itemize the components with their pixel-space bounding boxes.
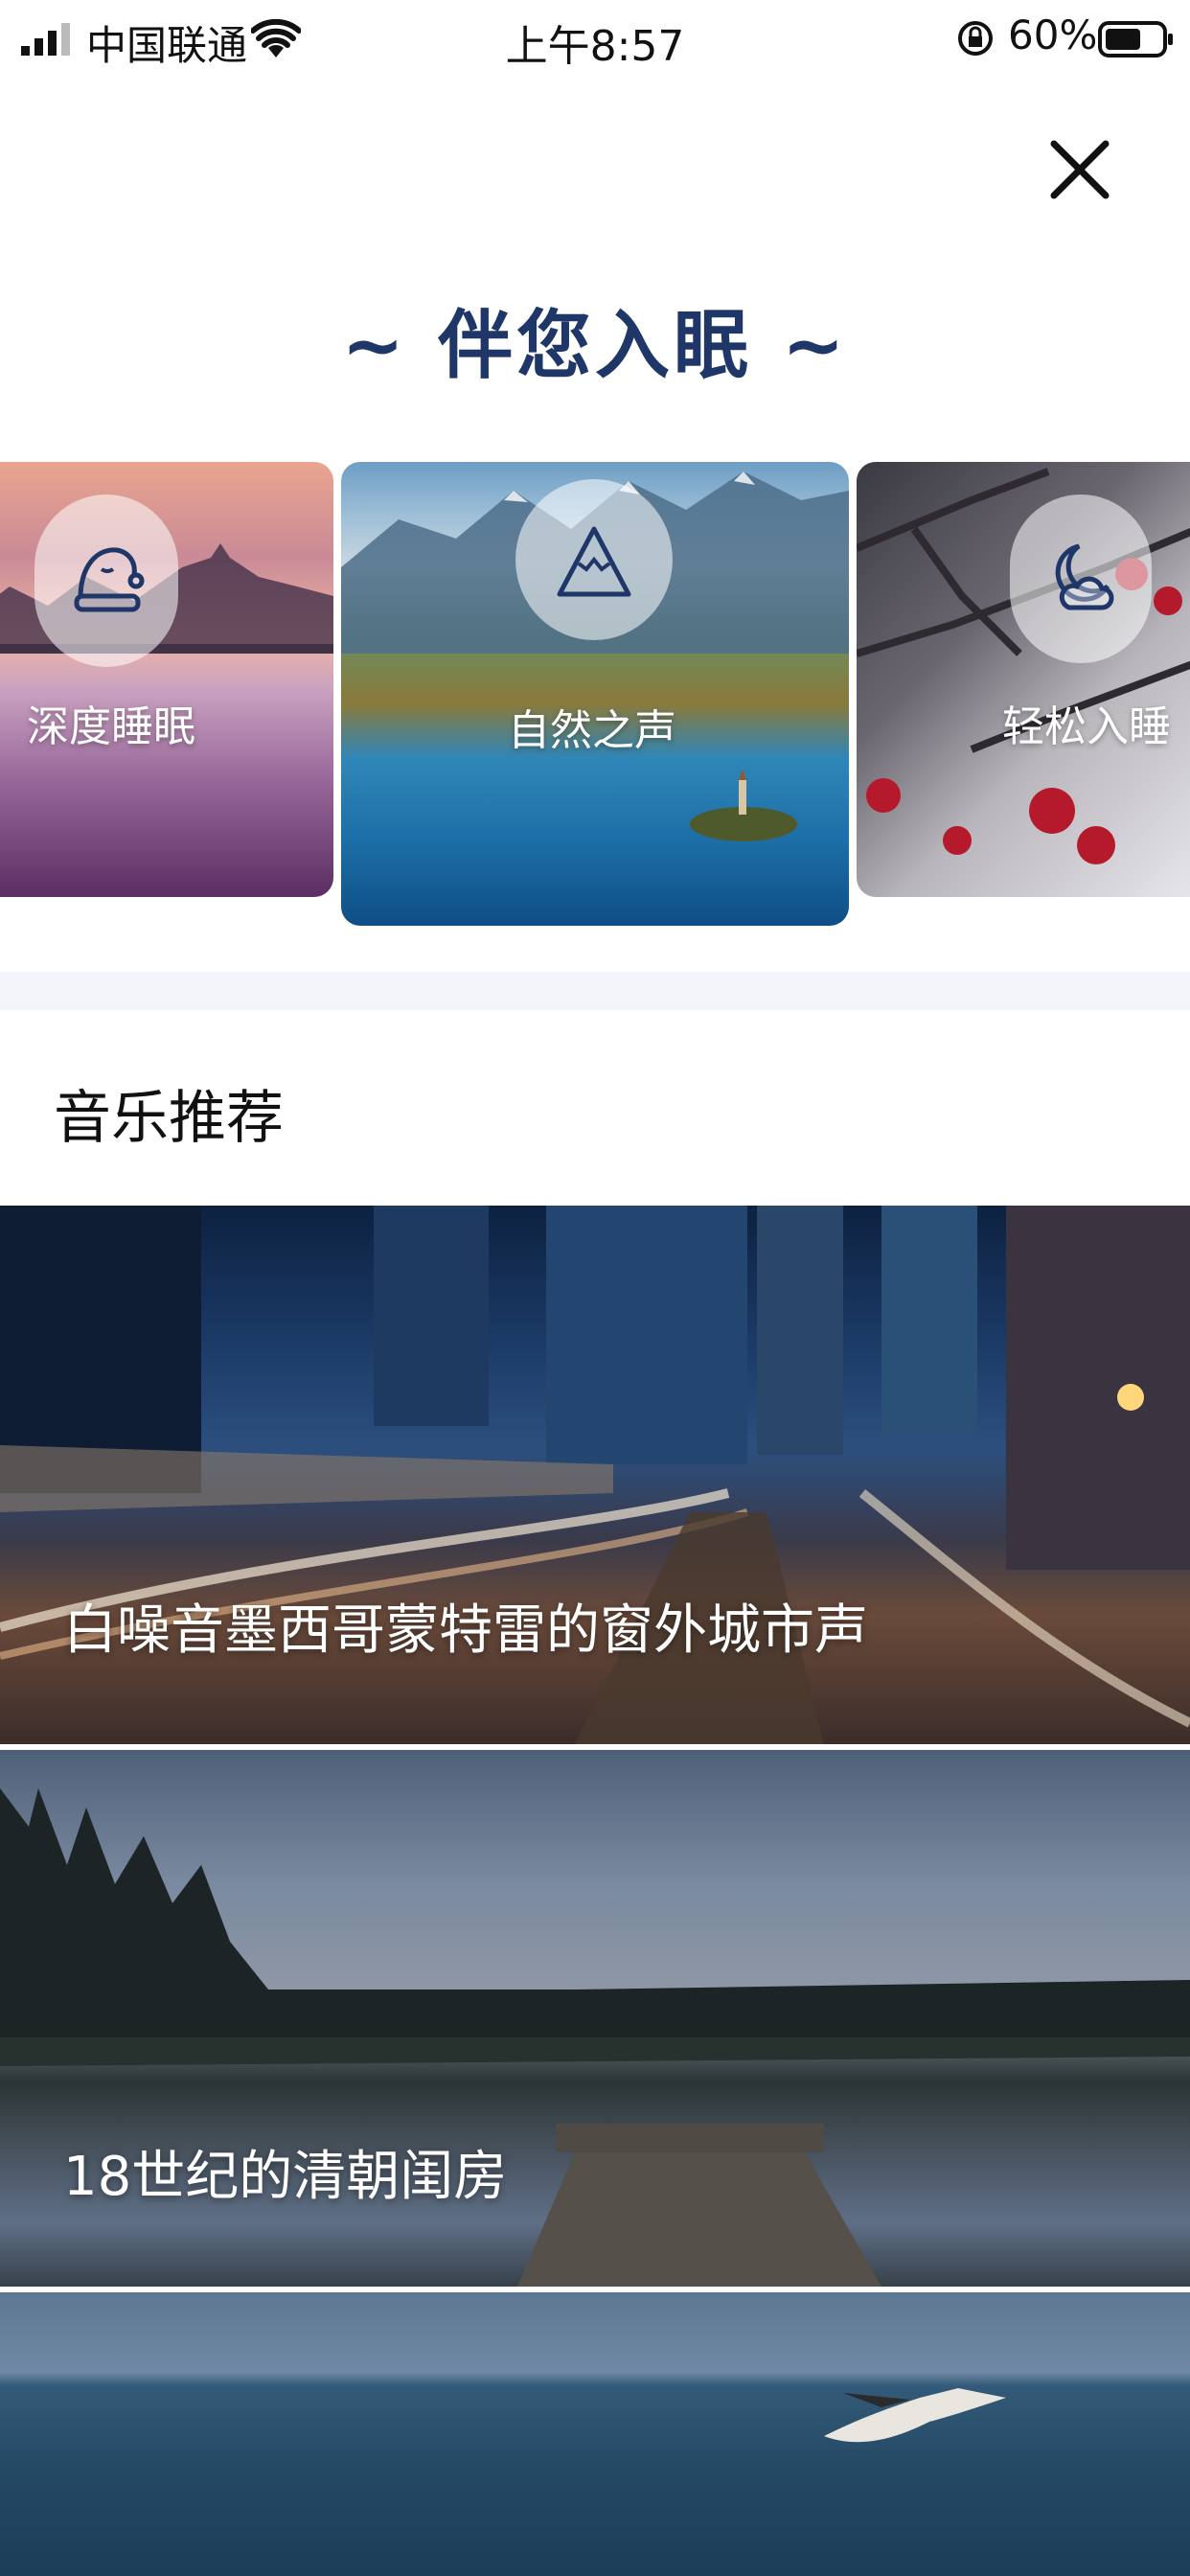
category-card-easy-sleep[interactable]: 轻松入睡 <box>857 462 1190 897</box>
seagull-sea-scene <box>824 2388 1006 2443</box>
berry <box>1154 586 1182 615</box>
section-divider <box>0 972 1190 1010</box>
sleep-cap-icon <box>74 547 145 612</box>
orientation-lock-icon <box>958 21 993 56</box>
mountain-icon <box>557 526 631 597</box>
category-label: 轻松入睡 <box>1002 702 1171 751</box>
category-label: 自然之声 <box>508 706 676 755</box>
battery-percent: 60% <box>1008 12 1098 58</box>
music-item[interactable]: 白噪音墨西哥蒙特雷的窗外城市声 <box>0 1206 1190 1744</box>
music-item-title: 18世纪的清朝闺房 <box>63 2146 508 2208</box>
close-icon[interactable] <box>1044 134 1115 205</box>
moon-cloud-icon <box>1055 543 1114 610</box>
section-title: 音乐推荐 <box>54 1085 284 1152</box>
category-label: 深度睡眠 <box>27 702 195 751</box>
category-card-nature[interactable]: 自然之声 <box>341 462 849 926</box>
berry <box>1077 826 1115 864</box>
page-title: ~ 伴您入眠 ~ <box>341 303 849 389</box>
berry <box>943 826 972 855</box>
status-bar: 中国联通 上午8:57 60% <box>0 0 1190 80</box>
category-card-deep-sleep[interactable]: 深度睡眠 <box>0 462 333 897</box>
music-item-title: 白噪音墨西哥蒙特雷的窗外城市声 <box>63 1599 868 1662</box>
music-item[interactable] <box>0 2292 1190 2576</box>
music-item[interactable]: 18世纪的清朝闺房 <box>0 1750 1190 2287</box>
battery-icon <box>1098 21 1173 58</box>
berry <box>866 778 901 813</box>
island-church <box>690 769 797 841</box>
berry <box>1029 788 1075 834</box>
